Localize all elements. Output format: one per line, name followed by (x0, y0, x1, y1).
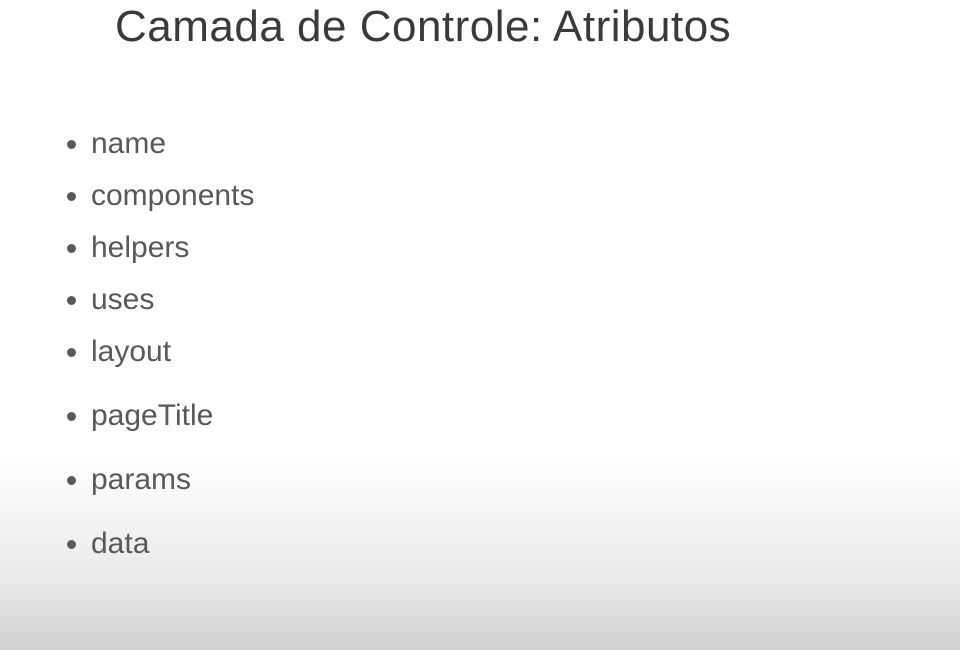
bullet-text: name (91, 127, 166, 161)
slide-container: Camada de Controle: Atributos name compo… (0, 0, 960, 650)
list-item: params (67, 463, 960, 497)
list-item: pageTitle (67, 399, 960, 433)
list-item: components (67, 179, 960, 213)
slide-title: Camada de Controle: Atributos (0, 0, 960, 52)
bullet-icon (67, 140, 76, 149)
list-item: uses (67, 283, 960, 317)
bullet-text: components (91, 179, 254, 213)
bullet-icon (67, 540, 76, 549)
list-item: helpers (67, 231, 960, 265)
bullet-text: helpers (91, 231, 189, 265)
bullet-icon (67, 244, 76, 253)
list-item: name (67, 127, 960, 161)
bullet-text: uses (91, 283, 154, 317)
bullet-icon (67, 412, 76, 421)
bullet-icon (67, 296, 76, 305)
bullet-text: layout (91, 335, 171, 369)
bullet-icon (67, 476, 76, 485)
list-item: layout (67, 335, 960, 369)
bullet-icon (67, 348, 76, 357)
bullet-text: data (91, 527, 149, 561)
bullet-list: name components helpers uses layout page… (0, 52, 960, 561)
list-item: data (67, 527, 960, 561)
bullet-text: params (91, 463, 191, 497)
bullet-text: pageTitle (91, 399, 213, 433)
bullet-icon (67, 192, 76, 201)
